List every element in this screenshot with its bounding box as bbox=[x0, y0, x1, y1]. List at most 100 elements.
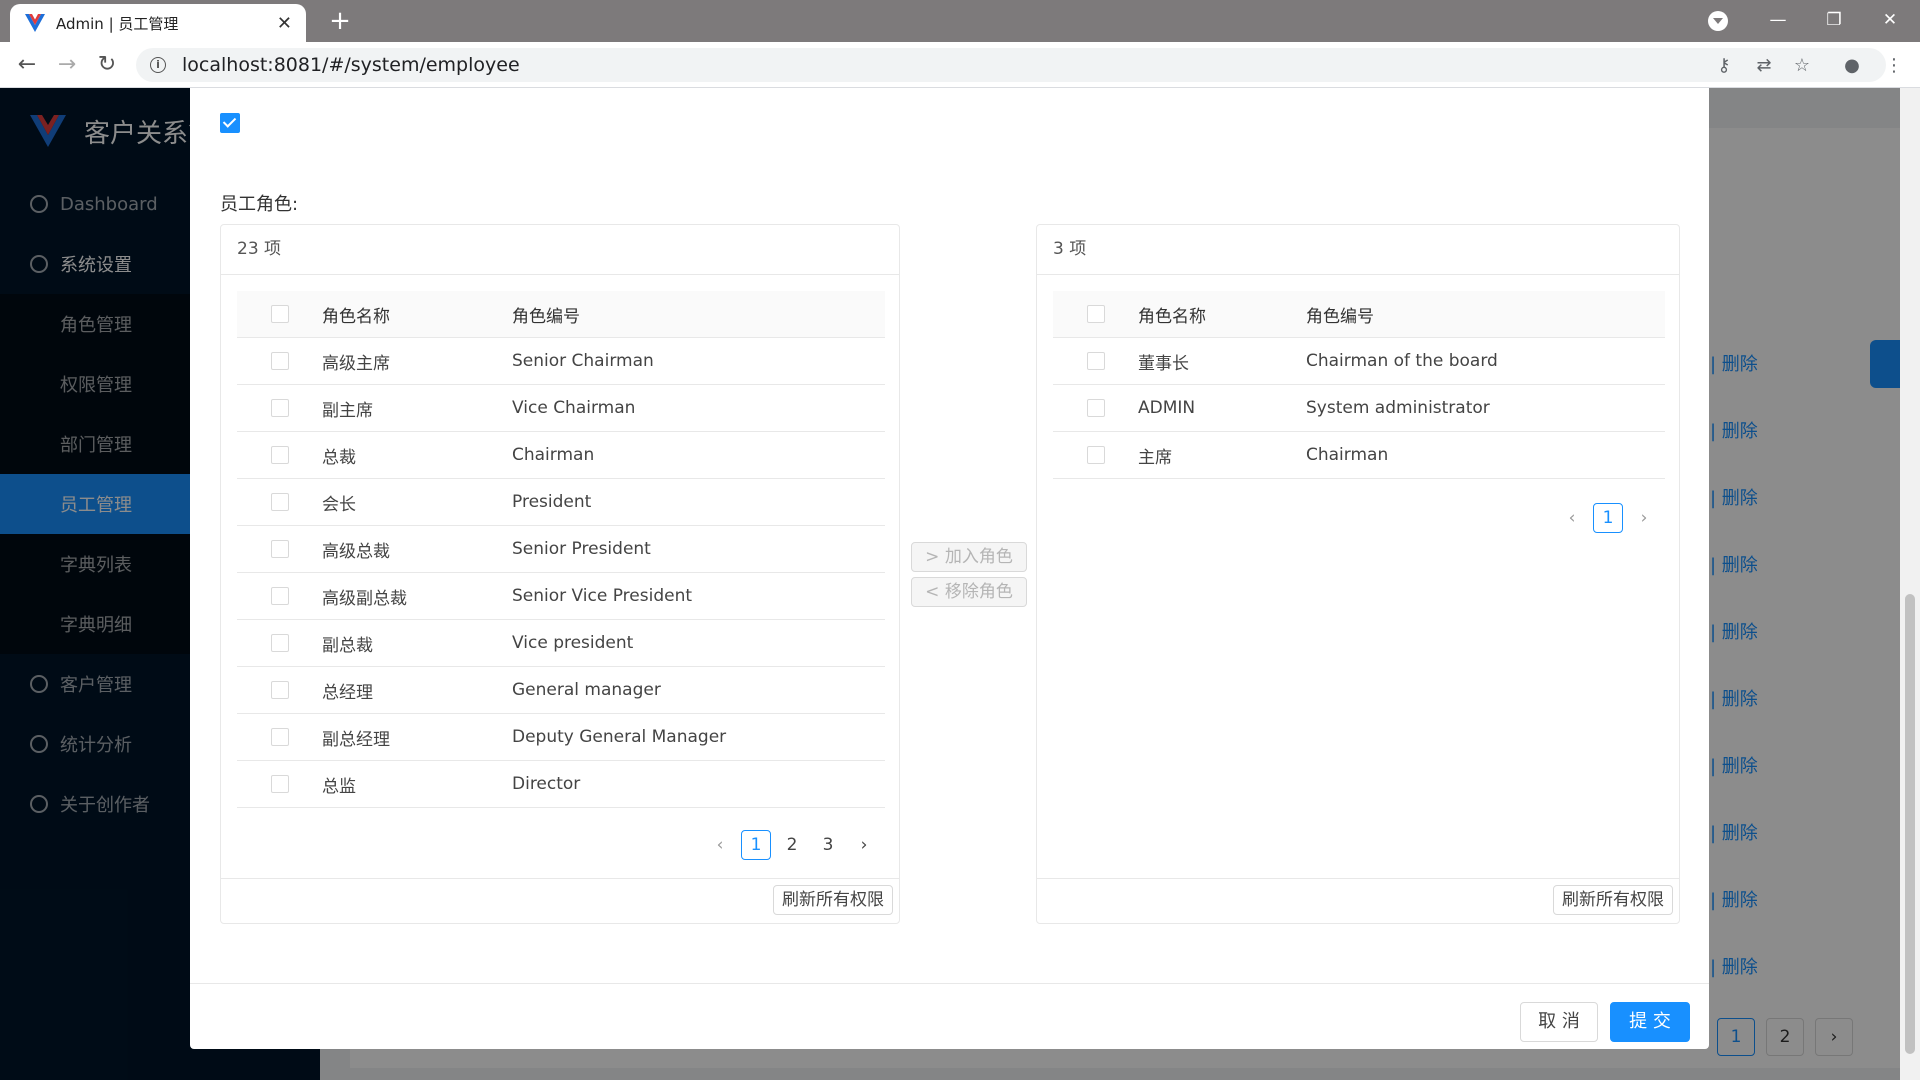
cancel-button[interactable]: 取 消 bbox=[1520, 1002, 1598, 1042]
assigned-roles-count: 3 项 bbox=[1037, 225, 1679, 275]
role-name: 总监 bbox=[322, 776, 356, 797]
table-header-row: 角色名称 角色编号 bbox=[237, 291, 885, 338]
table-row[interactable]: 副总裁 Vice president bbox=[237, 620, 885, 667]
column-header-code: 角色编号 bbox=[512, 306, 580, 327]
table-row[interactable]: 副总经理 Deputy General Manager bbox=[237, 714, 885, 761]
table-row[interactable]: 总监 Director bbox=[237, 761, 885, 808]
prev-page-icon[interactable]: ‹ bbox=[1557, 503, 1587, 533]
browser-tab[interactable]: Admin | 员工管理 ✕ bbox=[10, 4, 306, 42]
available-roles-panel: 23 项 角色名称 角色编号 高级主席 Senior Chairman 副主席 Vi… bbox=[220, 224, 900, 924]
role-name: ADMIN bbox=[1138, 398, 1196, 418]
table-row[interactable]: 董事长 Chairman of the board bbox=[1053, 338, 1665, 385]
page-3[interactable]: 3 bbox=[813, 830, 843, 860]
role-name: 董事长 bbox=[1138, 353, 1189, 374]
tab-title: Admin | 员工管理 bbox=[56, 14, 179, 33]
role-name: 副主席 bbox=[322, 400, 373, 421]
key-icon[interactable]: ⚷ bbox=[1712, 54, 1736, 78]
role-code: Senior Vice President bbox=[512, 586, 693, 606]
submit-button[interactable]: 提 交 bbox=[1610, 1002, 1690, 1042]
employee-edit-modal: 员工角色: 23 项 角色名称 角色编号 高级主席 Senior Chairman… bbox=[190, 88, 1709, 1049]
role-code: Vice president bbox=[512, 633, 634, 653]
available-roles-table: 角色名称 角色编号 高级主席 Senior Chairman 副主席 Vice Ch… bbox=[237, 291, 885, 808]
role-name: 会长 bbox=[322, 494, 356, 515]
row-checkbox[interactable] bbox=[270, 634, 289, 652]
role-name: 总裁 bbox=[322, 447, 356, 468]
page-1[interactable]: 1 bbox=[741, 830, 771, 860]
role-code: System administrator bbox=[1306, 398, 1490, 418]
row-checkbox[interactable] bbox=[270, 681, 289, 699]
table-row[interactable]: 总经理 General manager bbox=[237, 667, 885, 714]
page-scrollbar[interactable] bbox=[1900, 88, 1920, 1080]
row-checkbox[interactable] bbox=[270, 493, 289, 511]
profile-avatar-icon[interactable]: ● bbox=[1840, 54, 1864, 78]
window-close-icon[interactable]: ✕ bbox=[1862, 0, 1918, 42]
table-row[interactable]: 高级主席 Senior Chairman bbox=[237, 338, 885, 385]
browser-toolbar: ← → ↻ i localhost:8081/#/system/employee… bbox=[0, 42, 1920, 88]
refresh-permissions-button[interactable]: 刷新所有权限 bbox=[1553, 885, 1673, 915]
browser-profile-icon[interactable] bbox=[1708, 11, 1728, 31]
roles-label: 员工角色: bbox=[220, 194, 299, 215]
browser-tabstrip: Admin | 员工管理 ✕ + — ❐ ✕ bbox=[0, 0, 1920, 42]
available-roles-pagination: ‹ 1 2 3 › bbox=[705, 830, 879, 860]
page-2[interactable]: 2 bbox=[777, 830, 807, 860]
next-page-icon[interactable]: › bbox=[849, 830, 879, 860]
minimize-icon[interactable]: — bbox=[1750, 0, 1806, 42]
table-header-row: 角色名称 角色编号 bbox=[1053, 291, 1665, 338]
row-checkbox[interactable] bbox=[270, 446, 289, 464]
row-checkbox[interactable] bbox=[270, 399, 289, 417]
reload-icon[interactable]: ↻ bbox=[92, 50, 122, 80]
row-checkbox[interactable] bbox=[1086, 446, 1105, 464]
row-checkbox[interactable] bbox=[270, 587, 289, 605]
next-page-icon[interactable]: › bbox=[1629, 503, 1659, 533]
site-info-icon[interactable]: i bbox=[150, 57, 166, 73]
role-name: 副总经理 bbox=[322, 729, 390, 750]
role-name: 副总裁 bbox=[322, 635, 373, 656]
restore-icon[interactable]: ❐ bbox=[1806, 0, 1862, 42]
table-row[interactable]: 总裁 Chairman bbox=[237, 432, 885, 479]
row-checkbox[interactable] bbox=[270, 728, 289, 746]
role-name: 高级副总裁 bbox=[322, 588, 407, 609]
tab-close-icon[interactable]: ✕ bbox=[277, 13, 292, 34]
remove-role-button[interactable]: < 移除角色 bbox=[911, 577, 1027, 607]
page-1[interactable]: 1 bbox=[1593, 503, 1623, 533]
status-checkbox[interactable] bbox=[220, 113, 240, 133]
prev-page-icon[interactable]: ‹ bbox=[705, 830, 735, 860]
add-role-button[interactable]: > 加入角色 bbox=[911, 542, 1027, 572]
table-row[interactable]: 高级副总裁 Senior Vice President bbox=[237, 573, 885, 620]
scrollbar-thumb[interactable] bbox=[1905, 594, 1915, 1054]
modal-footer: 取 消 提 交 bbox=[190, 983, 1709, 1049]
panel-footer: 刷新所有权限 bbox=[1037, 878, 1679, 923]
row-checkbox[interactable] bbox=[270, 540, 289, 558]
table-row[interactable]: 副主席 Vice Chairman bbox=[237, 385, 885, 432]
table-row[interactable]: 高级总裁 Senior President bbox=[237, 526, 885, 573]
back-icon[interactable]: ← bbox=[12, 50, 42, 80]
role-code: Chairman bbox=[1306, 445, 1389, 465]
table-row[interactable]: 会长 President bbox=[237, 479, 885, 526]
address-bar[interactable]: i localhost:8081/#/system/employee bbox=[136, 48, 1886, 82]
browser-menu-icon[interactable]: ⋮ bbox=[1882, 54, 1906, 78]
assigned-roles-pagination: ‹ 1 › bbox=[1557, 503, 1659, 533]
row-checkbox[interactable] bbox=[1086, 399, 1105, 417]
role-name: 总经理 bbox=[322, 682, 373, 703]
refresh-permissions-button[interactable]: 刷新所有权限 bbox=[773, 885, 893, 915]
forward-icon[interactable]: → bbox=[52, 50, 82, 80]
assigned-roles-panel: 3 项 角色名称 角色编号 董事长 Chairman of the board A… bbox=[1036, 224, 1680, 924]
role-name: 主席 bbox=[1138, 447, 1172, 468]
row-checkbox[interactable] bbox=[270, 775, 289, 793]
select-all-checkbox[interactable] bbox=[1086, 305, 1105, 323]
column-header-name: 角色名称 bbox=[1138, 306, 1206, 327]
table-row[interactable]: ADMIN System administrator bbox=[1053, 385, 1665, 432]
table-row[interactable]: 主席 Chairman bbox=[1053, 432, 1665, 479]
role-name: 高级总裁 bbox=[322, 541, 390, 562]
row-checkbox[interactable] bbox=[1086, 352, 1105, 370]
role-code: Chairman of the board bbox=[1306, 351, 1498, 371]
select-all-checkbox[interactable] bbox=[270, 305, 289, 323]
role-code: Vice Chairman bbox=[512, 398, 636, 418]
row-checkbox[interactable] bbox=[270, 352, 289, 370]
translate-icon[interactable]: ⇄ bbox=[1752, 54, 1776, 78]
new-tab-button[interactable]: + bbox=[325, 6, 355, 36]
role-code: General manager bbox=[512, 680, 661, 700]
column-header-name: 角色名称 bbox=[322, 306, 390, 327]
bookmark-star-icon[interactable]: ☆ bbox=[1790, 54, 1814, 78]
role-code: Chairman bbox=[512, 445, 595, 465]
